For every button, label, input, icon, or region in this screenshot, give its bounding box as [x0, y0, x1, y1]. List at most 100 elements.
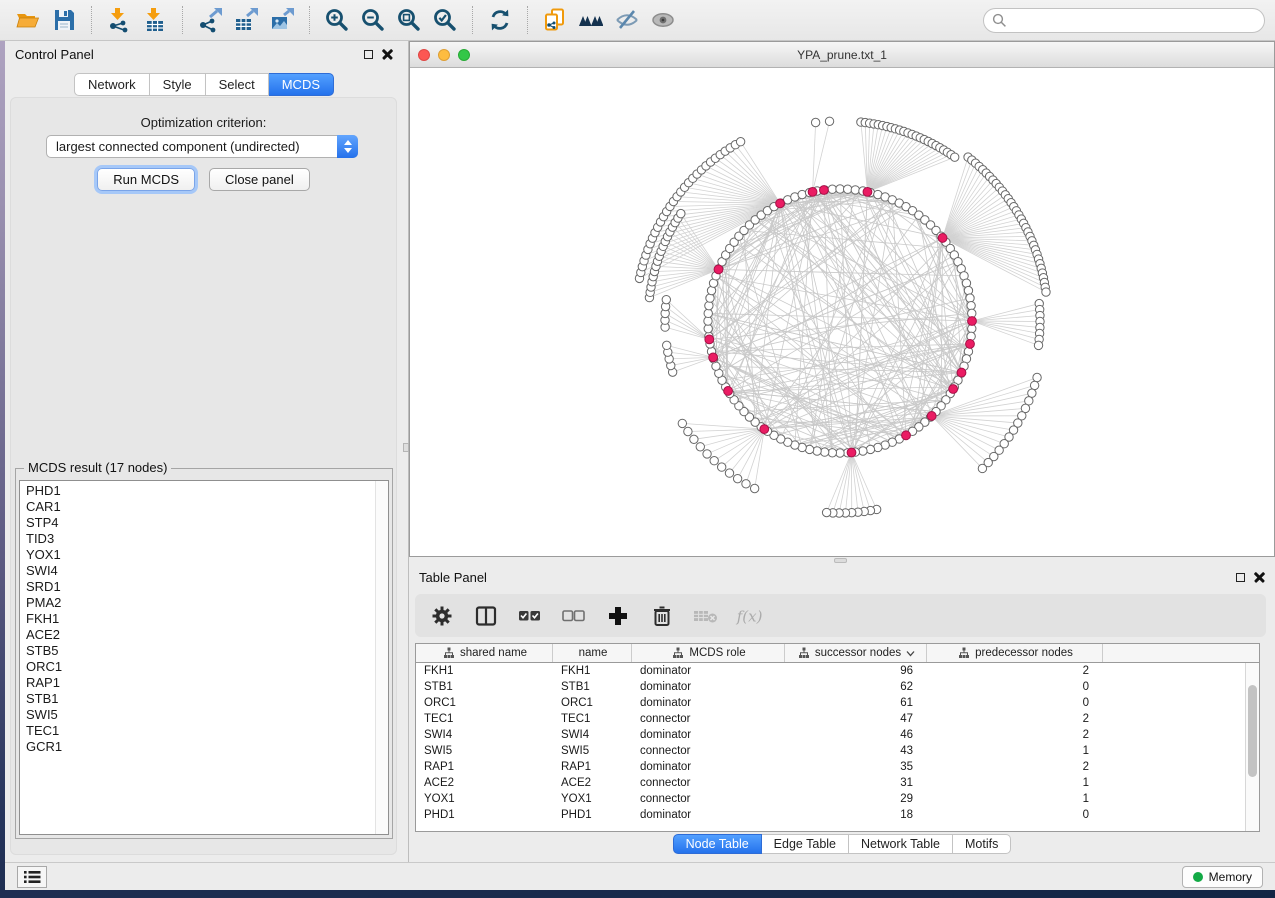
clone-network-button[interactable] [537, 4, 573, 36]
column-settings-button[interactable] [427, 601, 457, 631]
export-network-button[interactable] [192, 4, 228, 36]
zoom-selected-button[interactable] [427, 4, 463, 36]
table-row-ace2[interactable]: ACE2ACE2connector311 [416, 775, 1259, 791]
table-mode-button[interactable] [471, 601, 501, 631]
mcds-result-item[interactable]: FKH1 [20, 611, 374, 627]
table-scrollbar[interactable] [1245, 663, 1259, 831]
table-tab-motifs[interactable]: Motifs [953, 834, 1011, 854]
mcds-result-item[interactable]: RAP1 [20, 675, 374, 691]
memory-button[interactable]: Memory [1182, 866, 1263, 888]
column-header-successor-nodes[interactable]: successor nodes [785, 644, 927, 662]
dropdown-stepper-icon [337, 135, 358, 158]
cell-name: ACE2 [553, 775, 632, 791]
cell-name: TEC1 [553, 711, 632, 727]
mcds-result-item[interactable]: TID3 [20, 531, 374, 547]
open-session-button[interactable] [10, 4, 46, 36]
mcds-result-item[interactable]: SRD1 [20, 579, 374, 595]
column-label: predecessor nodes [975, 647, 1073, 659]
search-input[interactable] [983, 8, 1265, 33]
table-row-rap1[interactable]: RAP1RAP1dominator352 [416, 759, 1259, 775]
column-header-predecessor-nodes[interactable]: predecessor nodes [927, 644, 1103, 662]
cell-mcds-role: connector [632, 711, 785, 727]
table-tab-node-table[interactable]: Node Table [673, 834, 762, 854]
hide-selected-button[interactable] [609, 4, 645, 36]
toolbar-separator [91, 6, 92, 34]
network-window-titlebar[interactable]: YPA_prune.txt_1 [410, 42, 1274, 68]
import-table-icon [142, 7, 168, 33]
task-history-button[interactable] [17, 866, 47, 888]
mcds-result-item[interactable]: PMA2 [20, 595, 374, 611]
table-tab-edge-table[interactable]: Edge Table [762, 834, 849, 854]
table-row-phd1[interactable]: PHD1PHD1dominator180 [416, 807, 1259, 823]
cell-predecessor-nodes: 2 [927, 711, 1103, 727]
network-window-title: YPA_prune.txt_1 [410, 48, 1274, 62]
mcds-result-item[interactable]: SWI5 [20, 707, 374, 723]
cell-predecessor-nodes: 1 [927, 775, 1103, 791]
table-row-fkh1[interactable]: FKH1FKH1dominator962 [416, 663, 1259, 679]
table-scrollbar-thumb[interactable] [1248, 685, 1257, 777]
import-network-button[interactable] [101, 4, 137, 36]
cell-name: STB1 [553, 679, 632, 695]
import-table-button[interactable] [137, 4, 173, 36]
column-header-name[interactable]: name [553, 644, 632, 662]
table-row-stb1[interactable]: STB1STB1dominator620 [416, 679, 1259, 695]
mcds-result-item[interactable]: TEC1 [20, 723, 374, 739]
mcds-result-list[interactable]: PHD1CAR1STP4TID3YOX1SWI4SRD1PMA2FKH1ACE2… [19, 480, 389, 835]
mcds-result-item[interactable]: ACE2 [20, 627, 374, 643]
column-header-shared-name[interactable]: shared name [416, 644, 553, 662]
mcds-list-scrollbar[interactable] [375, 481, 388, 834]
column-header-mcds-role[interactable]: MCDS role [632, 644, 785, 662]
mcds-result-item[interactable]: ORC1 [20, 659, 374, 675]
table-row-orc1[interactable]: ORC1ORC1dominator610 [416, 695, 1259, 711]
run-mcds-button[interactable]: Run MCDS [97, 168, 195, 191]
mcds-result-item[interactable]: CAR1 [20, 499, 374, 515]
close-panel-icon[interactable] [382, 49, 393, 60]
tab-mcds[interactable]: MCDS [269, 73, 334, 96]
network-canvas[interactable] [410, 68, 1274, 556]
table-row-yox1[interactable]: YOX1YOX1connector291 [416, 791, 1259, 807]
deselect-all-button[interactable] [559, 601, 589, 631]
delete-table-button[interactable] [691, 601, 721, 631]
criterion-dropdown[interactable]: largest connected component (undirected) [46, 135, 358, 158]
mcds-result-item[interactable]: GCR1 [20, 739, 374, 755]
tab-select[interactable]: Select [206, 73, 269, 96]
attribute-type-icon [958, 647, 970, 659]
mcds-result-item[interactable]: STB5 [20, 643, 374, 659]
refresh-view-button[interactable] [482, 4, 518, 36]
zoom-out-icon [360, 7, 386, 33]
export-image-button[interactable] [264, 4, 300, 36]
add-row-button[interactable] [603, 601, 633, 631]
zoom-fit-button[interactable] [391, 4, 427, 36]
float-panel-icon[interactable] [1236, 573, 1245, 582]
zoom-out-button[interactable] [355, 4, 391, 36]
delete-row-button[interactable] [647, 601, 677, 631]
float-panel-icon[interactable] [364, 50, 373, 59]
mcds-result-item[interactable]: STB1 [20, 691, 374, 707]
table-tab-network-table[interactable]: Network Table [849, 834, 953, 854]
mcds-result-item[interactable]: PHD1 [20, 483, 374, 499]
show-all-button[interactable] [645, 4, 681, 36]
table-row-swi5[interactable]: SWI5SWI5connector431 [416, 743, 1259, 759]
tab-network[interactable]: Network [74, 73, 150, 96]
zoom-in-button[interactable] [319, 4, 355, 36]
search-field-wrap [983, 8, 1265, 33]
close-panel-button[interactable]: Close panel [209, 168, 310, 191]
save-session-button[interactable] [46, 4, 82, 36]
table-row-swi4[interactable]: SWI4SWI4dominator462 [416, 727, 1259, 743]
tab-style[interactable]: Style [150, 73, 206, 96]
table-row-tec1[interactable]: TEC1TEC1connector472 [416, 711, 1259, 727]
mcds-result-item[interactable]: SWI4 [20, 563, 374, 579]
show-eye-icon [650, 7, 676, 33]
first-neighbors-button[interactable] [573, 4, 609, 36]
sash-grip[interactable] [834, 558, 847, 563]
function-builder-button[interactable]: f(x) [735, 601, 765, 631]
export-table-button[interactable] [228, 4, 264, 36]
mcds-result-item[interactable]: YOX1 [20, 547, 374, 563]
mcds-tab-content: Optimization criterion: largest connecte… [10, 97, 397, 855]
mcds-result-item[interactable]: STP4 [20, 515, 374, 531]
cell-shared-name: ORC1 [416, 695, 553, 711]
select-all-button[interactable] [515, 601, 545, 631]
close-panel-icon[interactable] [1254, 572, 1265, 583]
panel-divider-horizontal[interactable] [409, 557, 1275, 564]
cell-mcds-role: dominator [632, 807, 785, 823]
